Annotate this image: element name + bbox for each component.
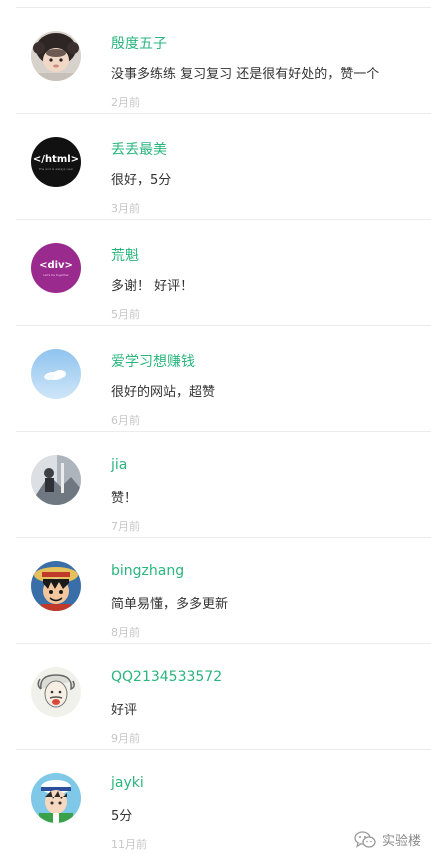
avatar-logo-text: </html> bbox=[33, 154, 79, 165]
comment-time: 7月前 bbox=[111, 520, 140, 533]
comment-time: 5月前 bbox=[111, 308, 140, 321]
monkey-hat-baby-avatar[interactable] bbox=[31, 31, 81, 81]
comment-item: 殷度五子 没事多练练 复习复习 还是很有好处的，赞一个 2月前 bbox=[0, 8, 431, 114]
comment-username[interactable]: bingzhang bbox=[111, 563, 184, 579]
comment-username[interactable]: jia bbox=[111, 457, 127, 473]
avatar-logo-subtext: Let's be together bbox=[43, 273, 69, 277]
comment-time: 9月前 bbox=[111, 732, 140, 745]
comment-time: 6月前 bbox=[111, 414, 140, 427]
watermark-label: 实验楼 bbox=[381, 834, 421, 849]
sky-cloud-avatar[interactable] bbox=[31, 349, 81, 399]
anime-boy-avatar[interactable] bbox=[31, 773, 81, 823]
watermark: 实验楼 bbox=[354, 830, 421, 849]
comment-time: 2月前 bbox=[111, 96, 140, 109]
comment-content: 很好，5分 bbox=[111, 173, 172, 188]
comment-content: 赞！ bbox=[111, 491, 138, 506]
comment-content: 5分 bbox=[111, 809, 133, 824]
comment-username[interactable]: jayki bbox=[111, 775, 144, 791]
div-logo-avatar[interactable]: <div> Let's be together bbox=[31, 243, 81, 293]
einstein-avatar[interactable] bbox=[31, 667, 81, 717]
avatar-logo-text: <div> bbox=[39, 260, 73, 271]
comment-username[interactable]: 爱学习想赚钱 bbox=[111, 351, 195, 371]
comment-item: QQ2134533572 好评 9月前 bbox=[0, 644, 431, 750]
luffy-avatar[interactable] bbox=[31, 561, 81, 611]
html-logo-avatar[interactable]: </html> The end is always near bbox=[31, 137, 81, 187]
comment-list: 殷度五子 没事多练练 复习复习 还是很有好处的，赞一个 2月前 </html> … bbox=[0, 0, 431, 863]
comment-item: </html> The end is always near 丢丢最美 很好，5… bbox=[0, 114, 431, 220]
comment-username[interactable]: 丢丢最美 bbox=[111, 139, 167, 159]
avatar-logo-subtext: The end is always near bbox=[38, 167, 74, 171]
comment-content: 很好的网站，超赞 bbox=[111, 385, 216, 400]
comment-username[interactable]: QQ2134533572 bbox=[111, 669, 222, 685]
comment-item: 爱学习想赚钱 很好的网站，超赞 6月前 bbox=[0, 326, 431, 432]
photo-avatar[interactable] bbox=[31, 455, 81, 505]
comment-time: 8月前 bbox=[111, 626, 140, 639]
comment-username[interactable]: 荒魁 bbox=[111, 245, 139, 265]
comment-time: 3月前 bbox=[111, 202, 140, 215]
comment-item: jia 赞！ 7月前 bbox=[0, 432, 431, 538]
comment-username[interactable]: 殷度五子 bbox=[111, 33, 167, 53]
comment-item: <div> Let's be together 荒魁 多谢！ 好评！ 5月前 bbox=[0, 220, 431, 326]
comment-content: 简单易懂，多多更新 bbox=[111, 597, 229, 612]
comment-content: 多谢！ 好评！ bbox=[111, 279, 194, 294]
comment-item: bingzhang 简单易懂，多多更新 8月前 bbox=[0, 538, 431, 644]
comment-time: 11月前 bbox=[111, 838, 147, 851]
comment-content: 好评 bbox=[111, 703, 138, 718]
wechat-icon bbox=[354, 830, 376, 848]
comment-content: 没事多练练 复习复习 还是很有好处的，赞一个 bbox=[111, 67, 380, 82]
